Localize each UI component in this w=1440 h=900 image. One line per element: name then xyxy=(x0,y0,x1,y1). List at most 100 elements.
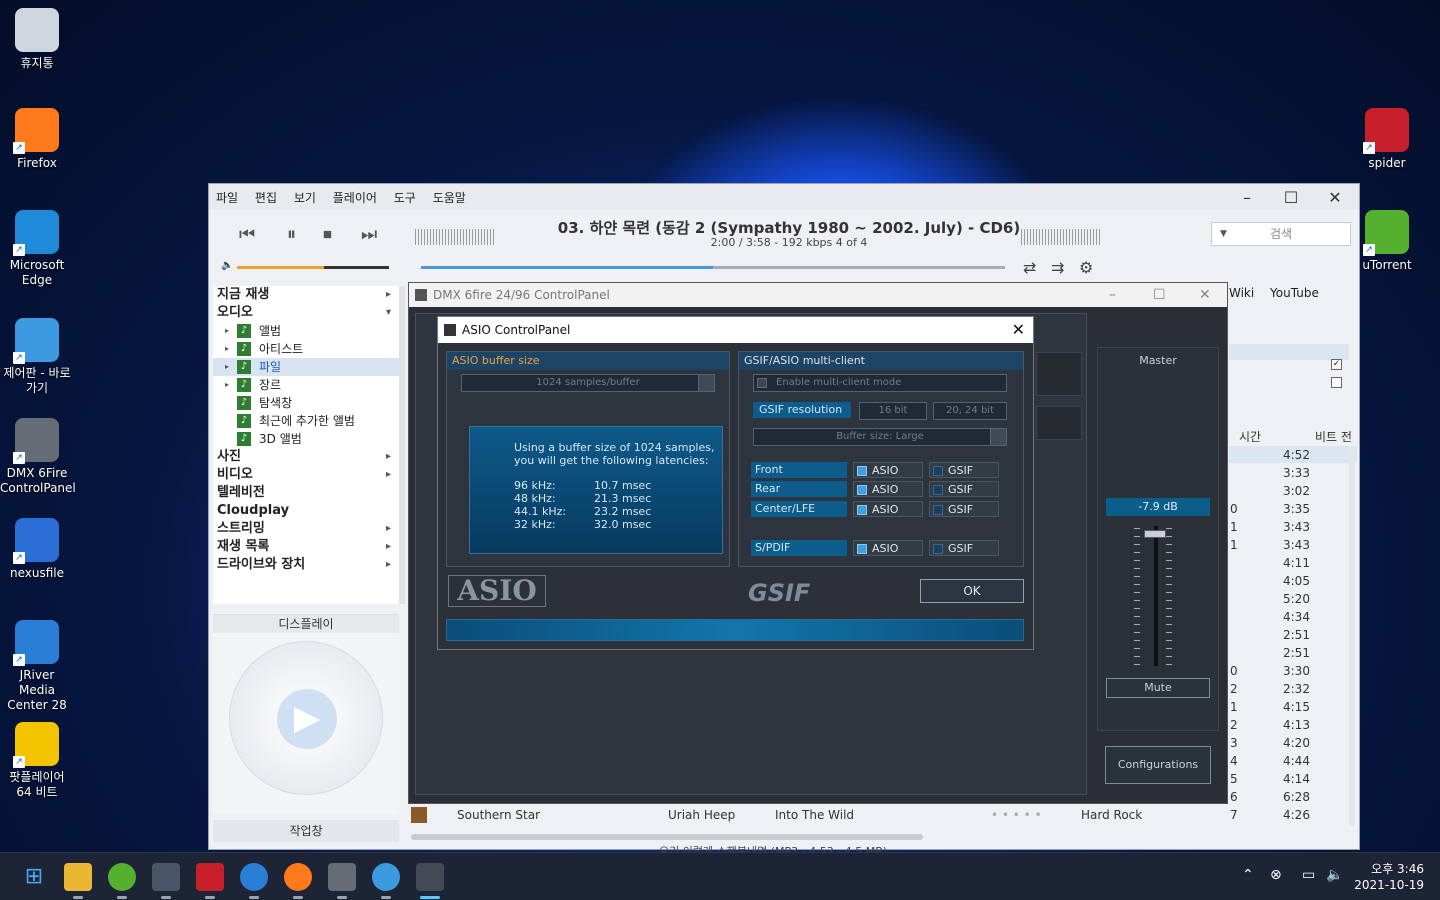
table-row[interactable]: 0 3:30 xyxy=(1229,662,1357,680)
window-app-icon[interactable] xyxy=(152,863,180,899)
sidebar-item[interactable]: Cloudplay xyxy=(213,502,399,520)
menu-view[interactable]: 보기 xyxy=(287,184,322,206)
control-panel-taskbar-icon[interactable] xyxy=(372,863,400,899)
sidebar-item[interactable]: 오디오 ▾ xyxy=(213,304,399,322)
table-row[interactable]: 3 4:20 xyxy=(1229,734,1357,752)
gsif-buffer-select[interactable]: Buffer size: Large xyxy=(753,428,1007,446)
table-row[interactable]: 4:52 xyxy=(1229,446,1357,464)
table-row[interactable]: 5 4:14 xyxy=(1229,770,1357,788)
table-row[interactable]: 6 6:28 xyxy=(1229,788,1357,806)
previous-track-icon[interactable]: ⏮ xyxy=(239,224,255,245)
pause-icon[interactable]: ⏸ xyxy=(287,224,296,245)
menu-tools[interactable]: 도구 xyxy=(387,184,422,206)
route-gsif-checkbox[interactable]: GSIF xyxy=(929,481,999,497)
desktop-icon[interactable]: ↗ JRiver Media Center 28 xyxy=(0,620,74,713)
tray-app-icon[interactable]: ⊗ xyxy=(1270,867,1282,883)
table-row[interactable]: 3:02 xyxy=(1229,482,1357,500)
sidebar-item[interactable]: 지금 재생 ▸ xyxy=(213,286,399,304)
table-row[interactable]: 4:05 xyxy=(1229,572,1357,590)
sidebar-item[interactable]: 드라이브와 장치 ▸ xyxy=(213,556,399,574)
repeat-icon[interactable]: ⇄ xyxy=(1023,258,1036,277)
multiclient-checkbox[interactable]: Enable multi-client mode xyxy=(753,374,1007,392)
sidebar-scrollbar[interactable] xyxy=(399,286,405,604)
table-row[interactable]: 2 2:32 xyxy=(1229,680,1357,698)
configurations-button[interactable]: Configurations xyxy=(1105,746,1211,784)
dmx-minimize-button[interactable]: – xyxy=(1109,283,1116,307)
network-icon[interactable]: ▭ xyxy=(1302,867,1315,883)
play-icon[interactable]: ▶ xyxy=(277,689,337,749)
stop-icon[interactable]: ⏹ xyxy=(323,224,332,245)
table-row[interactable]: 1 3:43 xyxy=(1229,518,1357,536)
table-row[interactable]: Southern Star Uriah Heep Into The Wild •… xyxy=(411,806,1226,824)
sidebar-item[interactable]: 재생 목록 ▸ xyxy=(213,538,399,556)
ok-button[interactable]: OK xyxy=(920,579,1024,603)
sidebar-subitem[interactable]: ▸ ♪ 장르 xyxy=(213,376,399,394)
sidebar-subitem[interactable]: ♪ 최근에 추가한 앨범 xyxy=(213,412,399,430)
jriver-taskbar-icon[interactable] xyxy=(240,863,268,899)
menu-edit[interactable]: 편집 xyxy=(248,184,283,206)
desktop-icon[interactable]: ↗ 제어판 - 바로 가기 xyxy=(0,318,74,396)
desktop-icon[interactable]: ↗ Firefox xyxy=(0,108,74,171)
shuffle-icon[interactable]: ⇉ xyxy=(1051,258,1064,277)
route-gsif-checkbox[interactable]: GSIF xyxy=(929,540,999,556)
spider-taskbar-icon[interactable] xyxy=(196,863,224,899)
table-row[interactable]: 4:11 xyxy=(1229,554,1357,572)
desktop-icon[interactable]: ↗ DMX 6Fire ControlPanel xyxy=(0,418,76,496)
table-row[interactable]: 4 4:44 xyxy=(1229,752,1357,770)
progress-slider[interactable] xyxy=(421,266,1005,269)
speaker-icon[interactable]: 🔈 xyxy=(1326,867,1343,883)
display-header[interactable]: 디스플레이 xyxy=(213,615,399,633)
checkbox-checked[interactable]: ✓ xyxy=(1331,359,1342,370)
table-row[interactable]: 1 4:15 xyxy=(1229,698,1357,716)
workbar[interactable]: 작업창 xyxy=(213,820,399,842)
volume-slider[interactable] xyxy=(237,266,389,269)
firefox-taskbar-icon[interactable] xyxy=(284,863,312,899)
table-row[interactable]: 0 3:35 xyxy=(1229,500,1357,518)
checkbox-unchecked[interactable] xyxy=(1331,377,1342,388)
minimize-button[interactable]: – xyxy=(1225,188,1269,207)
tab-wiki[interactable]: Wiki xyxy=(1229,286,1254,300)
route-gsif-checkbox[interactable]: GSIF xyxy=(929,462,999,478)
sidebar-item[interactable]: 스트리밍 ▸ xyxy=(213,520,399,538)
file-explorer-icon[interactable] xyxy=(64,863,92,899)
table-row[interactable]: 1 3:43 xyxy=(1229,536,1357,554)
buffer-size-select[interactable]: 1024 samples/buffer xyxy=(461,374,715,392)
desktop-icon[interactable]: ↗ uTorrent xyxy=(1350,210,1424,273)
time-header[interactable]: 시간 비트 전 xyxy=(1229,428,1357,446)
desktop-icon[interactable]: 휴지통 xyxy=(0,8,74,71)
table-row[interactable]: 5:20 xyxy=(1229,590,1357,608)
dmx-taskbar-icon[interactable] xyxy=(328,863,356,899)
sidebar-subitem[interactable]: ▸ ♪ 아티스트 xyxy=(213,340,399,358)
dmx-close-button[interactable]: ✕ xyxy=(1199,283,1211,307)
master-fader-track[interactable] xyxy=(1154,526,1158,666)
search-input[interactable]: ▼ 검색 xyxy=(1211,222,1351,246)
sidebar-item[interactable]: 사진 ▸ xyxy=(213,448,399,466)
chevron-up-icon[interactable]: ⌃ xyxy=(1242,867,1254,883)
utorrent-taskbar-icon[interactable] xyxy=(108,863,136,899)
master-fader-knob[interactable] xyxy=(1144,530,1166,538)
res-24bit-radio[interactable]: 20, 24 bit xyxy=(933,402,1007,420)
list-scrollbar[interactable] xyxy=(1349,446,1355,826)
sidebar-subitem[interactable]: ▸ ♪ 앨범 xyxy=(213,322,399,340)
route-gsif-checkbox[interactable]: GSIF xyxy=(929,501,999,517)
rating-dots[interactable]: • • • • • xyxy=(991,806,1042,824)
desktop-icon[interactable]: ↗ Microsoft Edge xyxy=(0,210,74,288)
table-row[interactable]: 3:33 xyxy=(1229,464,1357,482)
route-asio-checkbox[interactable]: ASIO xyxy=(853,462,923,478)
table-row[interactable]: 2 4:13 xyxy=(1229,716,1357,734)
maximize-button[interactable]: ☐ xyxy=(1269,188,1313,207)
sidebar-item[interactable]: 텔레비전 xyxy=(213,484,399,502)
sidebar-subitem[interactable]: ♪ 탐색창 xyxy=(213,394,399,412)
asio-close-button[interactable]: ✕ xyxy=(1012,317,1025,343)
sidebar-item[interactable]: 비디오 ▸ xyxy=(213,466,399,484)
tab-youtube[interactable]: YouTube xyxy=(1270,286,1319,300)
table-row[interactable]: 2:51 xyxy=(1229,644,1357,662)
menu-player[interactable]: 플레이어 xyxy=(326,184,383,206)
route-asio-checkbox[interactable]: ASIO xyxy=(853,501,923,517)
horizontal-scrollbar[interactable] xyxy=(411,834,923,840)
desktop-icon[interactable]: ↗ 팟플레이어 64 비트 xyxy=(0,722,74,800)
next-track-icon[interactable]: ⏭ xyxy=(361,224,377,245)
sidebar-subitem[interactable]: ▸ ♪ 파일 xyxy=(213,358,399,376)
clock[interactable]: 오후 3:46 2021-10-19 xyxy=(1354,861,1424,893)
res-16bit-radio[interactable]: 16 bit xyxy=(859,402,927,420)
